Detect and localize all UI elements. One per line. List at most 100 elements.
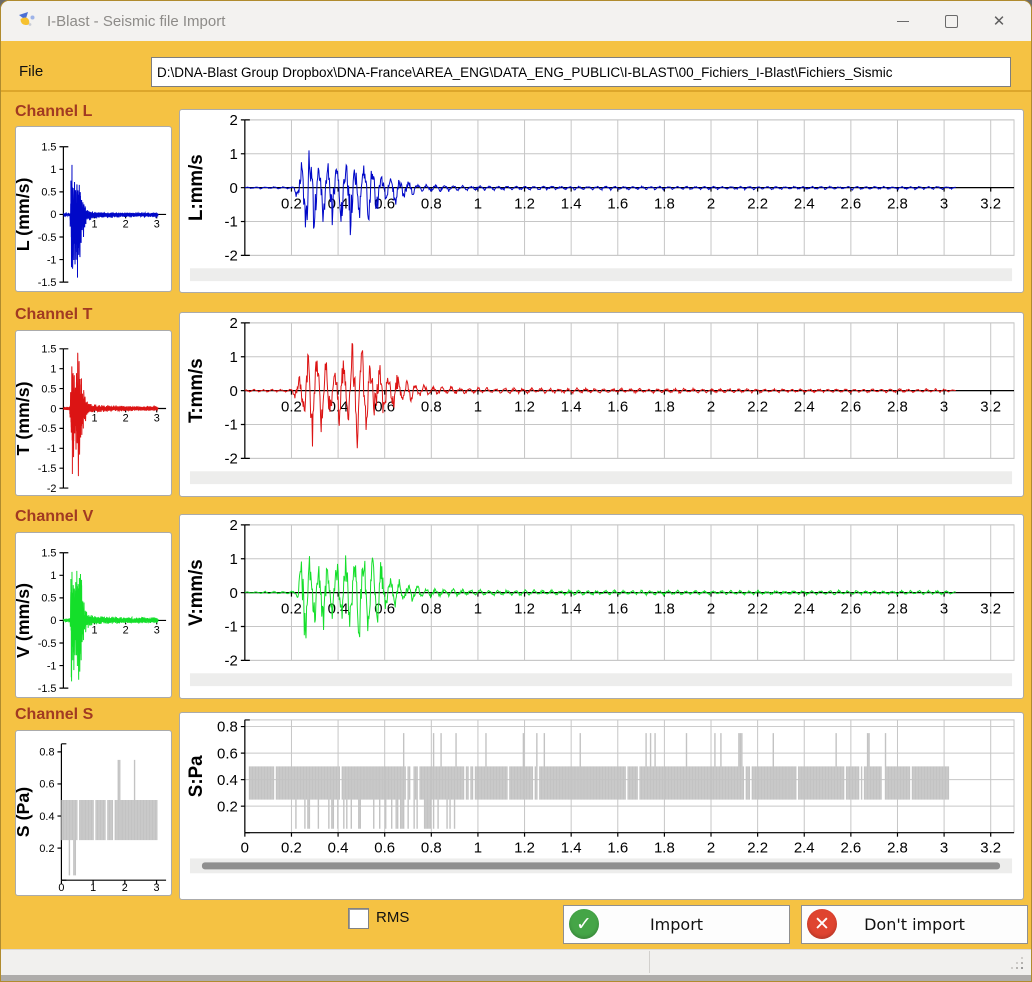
channel-T-large-panel: 210-1-20.20.40.60.811.21.41.61.822.22.42…: [179, 312, 1024, 497]
svg-text:1.8: 1.8: [654, 196, 675, 212]
svg-text:1.6: 1.6: [607, 601, 628, 617]
svg-text:0.4: 0.4: [328, 841, 349, 857]
svg-text:1.2: 1.2: [514, 196, 535, 212]
svg-text:1: 1: [474, 601, 482, 617]
channel-V-small-panel: 1.510.50-0.5-1-1.5123V (mm/s): [15, 532, 172, 698]
chart-hscrollbar-track[interactable]: [190, 268, 1012, 281]
svg-text:0: 0: [50, 615, 56, 627]
channel-S-large-chart: 0.80.60.40.200.20.40.60.811.21.41.61.822…: [180, 713, 1023, 899]
window-bottom-edge: [1, 975, 1031, 982]
svg-text:2.4: 2.4: [794, 196, 815, 212]
chart-hscrollbar-track[interactable]: [190, 673, 1012, 686]
svg-text:1.8: 1.8: [654, 399, 675, 415]
svg-text:L (mm/s): L (mm/s): [16, 177, 33, 251]
svg-text:V:mm/s: V:mm/s: [185, 559, 206, 626]
titlebar: I-Blast - Seismic file Import ✕: [1, 1, 1031, 42]
svg-text:1: 1: [91, 624, 97, 636]
svg-text:1.4: 1.4: [561, 399, 582, 415]
svg-text:2.2: 2.2: [747, 841, 768, 857]
svg-text:2: 2: [707, 841, 715, 857]
svg-text:0.2: 0.2: [281, 196, 302, 212]
svg-text:-0.5: -0.5: [38, 232, 57, 244]
svg-text:2.6: 2.6: [840, 601, 861, 617]
resize-grip-icon[interactable]: [1011, 957, 1023, 969]
svg-text:-2: -2: [225, 452, 238, 468]
svg-text:0.5: 0.5: [41, 187, 56, 199]
svg-text:3: 3: [154, 218, 160, 230]
import-button-label: Import: [650, 915, 703, 934]
svg-text:0: 0: [58, 882, 64, 894]
svg-text:0: 0: [241, 841, 249, 857]
svg-text:2: 2: [230, 113, 238, 129]
channel-L-small-chart: 1.510.50-0.5-1-1.5123L (mm/s): [16, 127, 171, 291]
svg-text:0: 0: [230, 181, 238, 197]
channel-L-large-panel: 210-1-20.20.40.60.811.21.41.61.822.22.42…: [179, 109, 1024, 293]
svg-text:2.2: 2.2: [747, 399, 768, 415]
svg-text:2.8: 2.8: [887, 601, 908, 617]
svg-text:3: 3: [940, 196, 948, 212]
svg-text:1.2: 1.2: [514, 399, 535, 415]
svg-text:0.2: 0.2: [281, 841, 302, 857]
dont-import-button[interactable]: ✕ Don't import: [801, 905, 1028, 944]
channel-T-small-panel: 1.510.50-0.5-1-1.5-2123T (mm/s): [15, 330, 172, 496]
svg-text:3.2: 3.2: [980, 601, 1001, 617]
rms-checkbox[interactable]: [348, 908, 369, 929]
chart-hscrollbar-track[interactable]: [190, 471, 1012, 484]
close-icon: ✕: [993, 12, 1006, 30]
svg-text:0.8: 0.8: [217, 720, 238, 736]
svg-text:3: 3: [154, 412, 160, 424]
svg-text:T:mm/s: T:mm/s: [185, 358, 206, 423]
svg-text:2: 2: [123, 218, 129, 230]
svg-text:2.8: 2.8: [887, 841, 908, 857]
svg-text:3.2: 3.2: [980, 399, 1001, 415]
dialog-body: File Channel L 1.510.50-0.5-1-1.5123L (m…: [1, 41, 1031, 949]
svg-text:0: 0: [230, 586, 238, 602]
dont-import-x-icon: ✕: [807, 909, 837, 939]
maximize-button[interactable]: [927, 1, 975, 41]
chart-hscrollbar-thumb[interactable]: [202, 862, 1000, 869]
svg-text:-1: -1: [225, 215, 238, 231]
svg-text:0.6: 0.6: [374, 841, 395, 857]
svg-text:0.2: 0.2: [281, 601, 302, 617]
import-button[interactable]: ✓ Import: [563, 905, 790, 944]
svg-text:3: 3: [154, 624, 160, 636]
svg-text:1.6: 1.6: [607, 841, 628, 857]
rms-label: RMS: [376, 909, 409, 926]
svg-text:2.6: 2.6: [840, 399, 861, 415]
file-path-input[interactable]: [151, 57, 1011, 87]
channel-S-title: Channel S: [15, 706, 93, 724]
svg-text:1.6: 1.6: [607, 196, 628, 212]
minimize-button[interactable]: [879, 1, 927, 41]
svg-text:S:Pa: S:Pa: [185, 755, 206, 797]
statusbar-divider: [649, 951, 650, 973]
svg-text:2: 2: [230, 518, 238, 534]
svg-text:3.2: 3.2: [980, 841, 1001, 857]
svg-text:0: 0: [50, 403, 56, 415]
svg-text:-2: -2: [225, 654, 238, 670]
window-controls: ✕: [879, 1, 1023, 41]
svg-text:0: 0: [50, 209, 56, 221]
svg-text:0.8: 0.8: [421, 841, 442, 857]
window-seismic-import: I-Blast - Seismic file Import ✕ File Cha…: [0, 0, 1032, 982]
svg-text:2.2: 2.2: [747, 196, 768, 212]
svg-text:3: 3: [154, 882, 160, 894]
channel-V-large-panel: 210-1-20.20.40.60.811.21.41.61.822.22.42…: [179, 514, 1024, 699]
svg-text:1: 1: [474, 841, 482, 857]
svg-text:3: 3: [940, 841, 948, 857]
svg-text:2: 2: [707, 601, 715, 617]
svg-text:0.2: 0.2: [39, 843, 54, 855]
svg-text:2: 2: [123, 412, 129, 424]
app-icon: [17, 11, 37, 31]
channel-L-large-chart: 210-1-20.20.40.60.811.21.41.61.822.22.42…: [180, 110, 1023, 292]
maximize-icon: [945, 15, 958, 28]
svg-text:2.6: 2.6: [840, 841, 861, 857]
svg-text:0.8: 0.8: [421, 196, 442, 212]
channel-L-title: Channel L: [15, 103, 92, 121]
close-button[interactable]: ✕: [975, 1, 1023, 41]
svg-text:1: 1: [91, 218, 97, 230]
svg-text:1: 1: [91, 412, 97, 424]
svg-text:2: 2: [123, 624, 129, 636]
import-check-icon: ✓: [569, 909, 599, 939]
svg-text:-1: -1: [225, 620, 238, 636]
channel-L-small-panel: 1.510.50-0.5-1-1.5123L (mm/s): [15, 126, 172, 292]
